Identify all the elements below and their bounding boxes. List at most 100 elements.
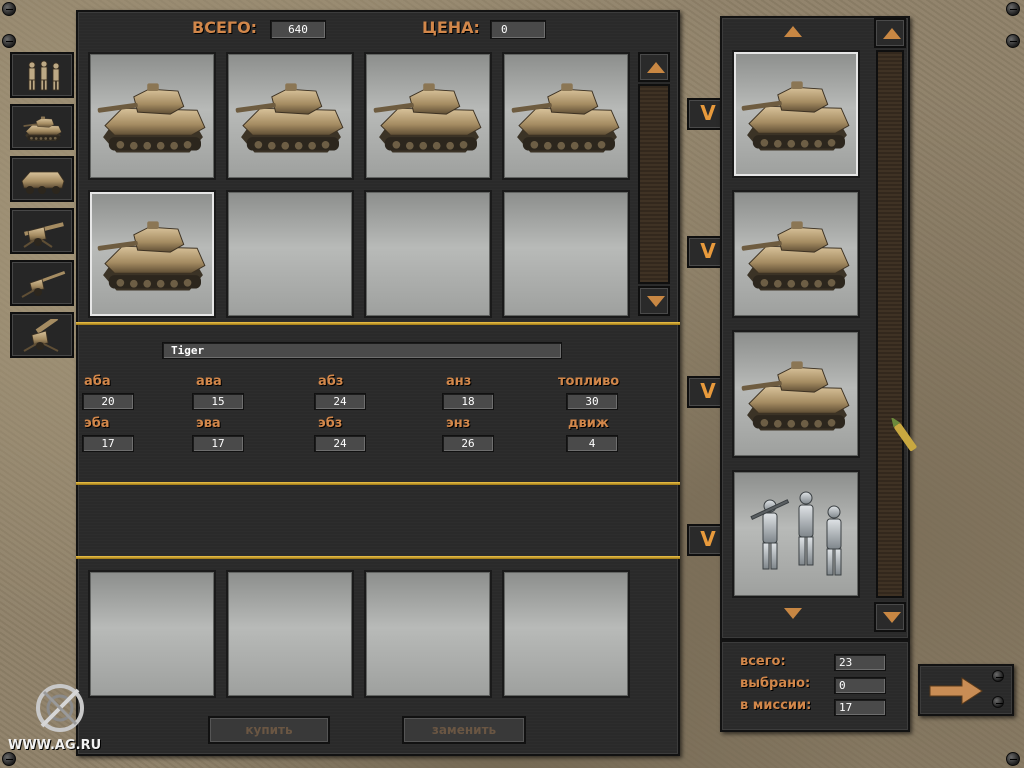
infantry-icon — [28, 60, 60, 91]
button-rivet — [992, 696, 1004, 708]
stat-label: топливо — [558, 374, 620, 389]
roster-scrollbar[interactable] — [876, 50, 904, 598]
anti-tank-gun-icon — [23, 222, 64, 248]
roster-scroll-down-button[interactable] — [874, 602, 906, 632]
roster-slot[interactable] — [732, 190, 860, 318]
catalog-scroll-up-button[interactable] — [638, 52, 670, 82]
arrow-up-icon — [883, 28, 901, 39]
purchase-slot-empty[interactable] — [226, 570, 354, 698]
total-budget-label: ВСЕГО: — [192, 18, 258, 37]
catalog-slot-empty[interactable] — [226, 190, 354, 318]
price-label: ЦЕНА: — [422, 18, 480, 37]
arrow-down-icon — [647, 296, 665, 307]
stat-label: эба — [84, 416, 110, 431]
catalog-scroll-down-button[interactable] — [638, 286, 670, 316]
stat-label: аба — [84, 374, 111, 389]
category-armored-car-button[interactable] — [10, 156, 74, 202]
roster-slot-selected[interactable] — [732, 50, 860, 178]
panzer-iv-tank-image — [510, 82, 620, 153]
frame-rivet — [2, 2, 16, 16]
buy-button[interactable]: купить — [208, 716, 330, 744]
roster-page-up-button[interactable] — [766, 20, 826, 46]
divider — [76, 482, 680, 485]
catalog-slot-selected[interactable] — [88, 190, 216, 318]
catalog-slot[interactable] — [226, 52, 354, 180]
summary-total-value: 23 — [834, 654, 886, 671]
catalog-slot-empty[interactable] — [502, 190, 630, 318]
stat-value: 24 — [314, 435, 366, 452]
stat-value: 26 — [442, 435, 494, 452]
arrow-up-icon — [784, 26, 802, 37]
tiger-tank-image — [740, 220, 850, 291]
watermark: WWW.AG.RU — [8, 738, 102, 753]
catalog-slot-empty[interactable] — [364, 190, 492, 318]
artillery-icon — [21, 270, 66, 298]
armored-car-icon — [21, 171, 65, 194]
purchase-slot-empty[interactable] — [88, 570, 216, 698]
roster-page-down-button[interactable] — [766, 604, 826, 630]
stat-value: 15 — [192, 393, 244, 410]
bullet-cursor-icon — [891, 418, 917, 451]
howitzer-icon — [23, 319, 59, 352]
stat-label: ава — [196, 374, 222, 389]
divider — [76, 556, 680, 559]
panzer-iii-tank-image — [234, 82, 344, 153]
stat-value: 18 — [442, 393, 494, 410]
stat-value: 17 — [192, 435, 244, 452]
next-button[interactable] — [918, 664, 1014, 716]
unit-name-field: Tiger — [162, 342, 562, 359]
stat-value: 4 — [566, 435, 618, 452]
summary-mission-value: 17 — [834, 699, 886, 716]
stat-label: эбз — [318, 416, 343, 431]
arrow-up-icon — [647, 62, 665, 73]
roster-slot[interactable] — [732, 470, 860, 598]
panzer-iv-tank-image — [372, 82, 482, 153]
stat-value: 17 — [82, 435, 134, 452]
stat-label: энз — [446, 416, 471, 431]
stat-label: эва — [196, 416, 221, 431]
ag-logo — [36, 684, 84, 732]
roster-scroll-up-button[interactable] — [874, 18, 906, 48]
frame-rivet — [1006, 752, 1020, 766]
stat-value: 20 — [82, 393, 134, 410]
stat-label: движ — [568, 416, 609, 431]
frame-rivet — [1006, 2, 1020, 16]
category-anti-tank-gun-button[interactable] — [10, 208, 74, 254]
button-rivet — [992, 670, 1004, 682]
summary-selected-label: выбрано: — [740, 676, 811, 691]
infantry-squad-image — [750, 491, 842, 576]
category-howitzer-button[interactable] — [10, 312, 74, 358]
catalog-slot[interactable] — [364, 52, 492, 180]
category-artillery-button[interactable] — [10, 260, 74, 306]
catalog-slot[interactable] — [502, 52, 630, 180]
arrow-down-icon — [883, 612, 901, 623]
arrow-right-icon — [929, 677, 983, 705]
catalog-scrollbar[interactable] — [638, 84, 670, 284]
price-value: 0 — [490, 20, 546, 39]
summary-selected-value: 0 — [834, 677, 886, 694]
purchase-slot-empty[interactable] — [364, 570, 492, 698]
summary-total-label: всего: — [740, 654, 786, 669]
category-infantry-button[interactable] — [10, 52, 74, 98]
stat-label: абз — [318, 374, 344, 389]
total-budget-value: 640 — [270, 20, 326, 39]
stat-label: анз — [446, 374, 472, 389]
tiger-tank-image — [740, 360, 850, 431]
tiger-tank-image — [96, 220, 206, 291]
replace-button[interactable]: заменить — [402, 716, 526, 744]
summary-mission-label: в миссии: — [740, 698, 812, 713]
stat-value: 30 — [566, 393, 618, 410]
catalog-slot[interactable] — [88, 52, 216, 180]
tiger-tank-image — [740, 80, 850, 151]
category-tank-button[interactable] — [10, 104, 74, 150]
stat-value: 24 — [314, 393, 366, 410]
purchase-slot-empty[interactable] — [502, 570, 630, 698]
arrow-down-icon — [784, 608, 802, 619]
panzer-iii-tank-image — [96, 82, 206, 153]
roster-slot[interactable] — [732, 330, 860, 458]
frame-rivet — [1006, 34, 1020, 48]
tank-icon — [23, 116, 62, 142]
divider — [76, 322, 680, 325]
frame-rivet — [2, 752, 16, 766]
frame-rivet — [2, 34, 16, 48]
